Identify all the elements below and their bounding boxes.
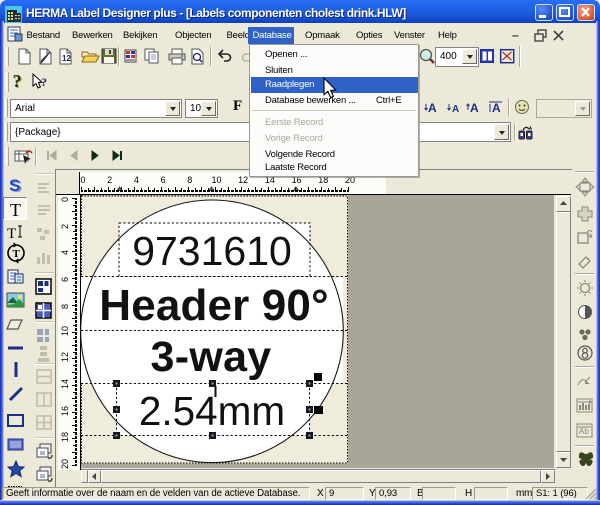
svg-text:Ab: Ab — [579, 427, 589, 436]
